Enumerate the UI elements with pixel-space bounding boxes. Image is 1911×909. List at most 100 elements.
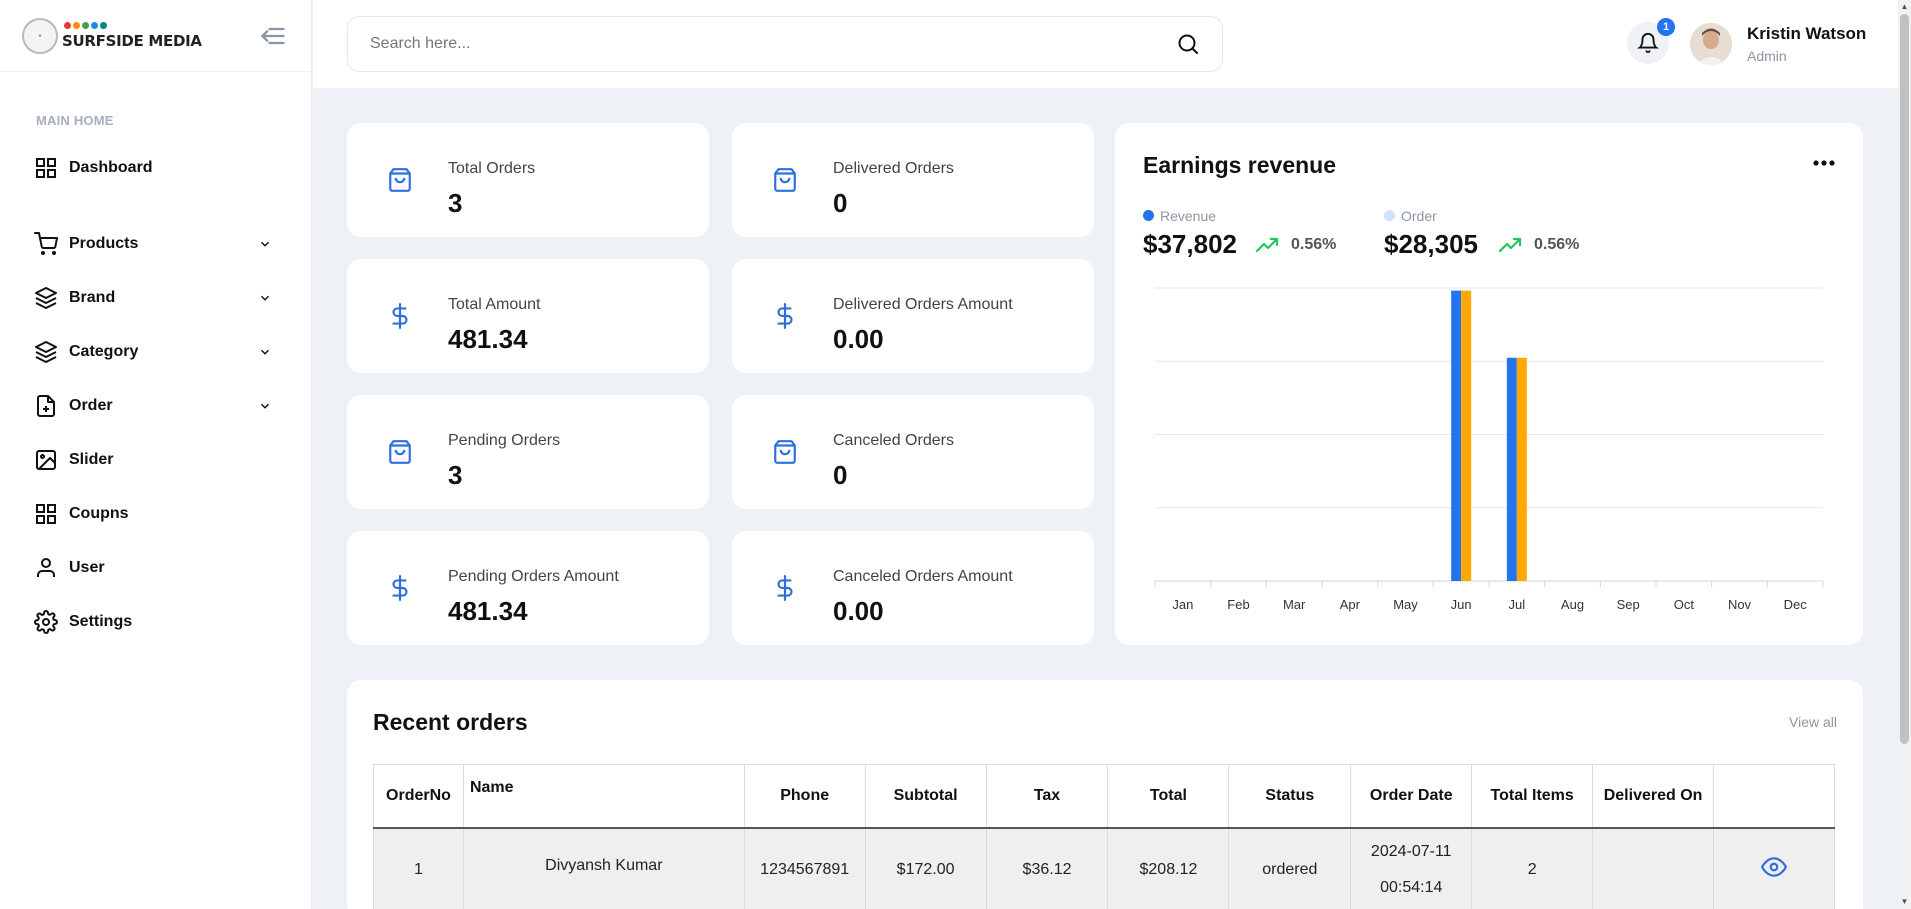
cell-status: ordered xyxy=(1228,827,1352,909)
brand-logo-mark[interactable]: ● xyxy=(22,17,58,54)
column-header-tax[interactable]: Tax xyxy=(985,764,1109,829)
recent-orders-card: Recent orders View all OrderNo Name Phon… xyxy=(347,680,1863,909)
cell-name: Divyansh Kumar xyxy=(462,827,745,909)
sidebar-item-user[interactable]: User xyxy=(34,553,284,583)
stat-title: Pending Orders Amount xyxy=(448,568,619,585)
cell-subtotal: $172.00 xyxy=(864,827,987,909)
shopping-bag-icon xyxy=(389,168,411,192)
notification-button[interactable]: 1 xyxy=(1627,18,1675,64)
stat-title: Total Amount xyxy=(448,296,541,313)
stat-card-pending-orders-amount: Pending Orders Amount 481.34 xyxy=(347,531,709,645)
chart-x-tick-label: Oct xyxy=(1674,597,1695,612)
chart-x-tick-label: Dec xyxy=(1784,597,1808,612)
cell-order-no: 1 xyxy=(373,827,464,909)
stat-title: Canceled Orders Amount xyxy=(833,568,1013,585)
column-header-orderno[interactable]: OrderNo xyxy=(373,764,464,829)
grid-icon xyxy=(36,504,56,524)
search-box xyxy=(347,16,1223,72)
top-header: 1 Kristin Watson Admin xyxy=(313,0,1899,88)
stat-value: 0 xyxy=(833,188,848,218)
sidebar-item-label: Category xyxy=(69,343,139,360)
avatar[interactable] xyxy=(1690,23,1732,65)
view-all-link[interactable]: View all xyxy=(1789,714,1837,730)
column-header-phone[interactable]: Phone xyxy=(743,764,866,829)
search-input[interactable] xyxy=(370,35,1176,53)
chart-x-tick-label: Feb xyxy=(1227,597,1249,612)
orders-table: OrderNo Name Phone Subtotal Tax Total St… xyxy=(373,764,1835,909)
dashboard-grid-icon xyxy=(36,158,56,178)
stat-title: Total Orders xyxy=(448,160,536,177)
logo-row: ● SURFSIDE MEDIA xyxy=(0,0,311,72)
shopping-bag-icon xyxy=(389,440,411,464)
dollar-icon xyxy=(392,303,408,329)
sidebar-item-label: Dashboard xyxy=(69,159,153,176)
chart-x-tick-label: Aug xyxy=(1561,597,1584,612)
chevron-down-icon xyxy=(260,295,270,301)
chart-x-tick-label: Jul xyxy=(1509,597,1526,612)
chevron-down-icon xyxy=(260,403,270,409)
eye-icon[interactable] xyxy=(1761,854,1788,880)
column-header-order-date[interactable]: Order Date xyxy=(1350,764,1473,829)
column-header-status[interactable]: Status xyxy=(1228,764,1352,829)
stat-title: Delivered Orders Amount xyxy=(833,296,1013,313)
avatar-portrait-icon xyxy=(1690,23,1732,65)
cell-total-items: 2 xyxy=(1471,827,1594,909)
stat-title: Pending Orders xyxy=(448,432,561,449)
bell-icon xyxy=(1637,33,1659,54)
sidebar-item-products[interactable]: Products xyxy=(34,229,284,259)
sidebar-item-label: Brand xyxy=(69,289,116,306)
sidebar-item-slider[interactable]: Slider xyxy=(34,445,284,475)
stat-card-delivered-orders: Delivered Orders 0 xyxy=(732,123,1094,237)
brand-logo-dots xyxy=(64,22,107,29)
sidebar-item-coupons[interactable]: Coupns xyxy=(34,499,284,529)
sidebar-item-settings[interactable]: Settings xyxy=(34,607,284,637)
dollar-icon xyxy=(777,575,793,601)
sidebar-item-brand[interactable]: Brand xyxy=(34,283,284,313)
chart-x-tick-label: Apr xyxy=(1340,597,1361,612)
shopping-bag-icon xyxy=(774,440,796,464)
scroll-up-arrow-icon[interactable]: ▲ xyxy=(1900,2,1909,12)
stat-card-total-orders: Total Orders 3 xyxy=(347,123,709,237)
stat-card-total-amount: Total Amount 481.34 xyxy=(347,259,709,373)
table-header-row: OrderNo Name Phone Subtotal Tax Total St… xyxy=(373,764,1835,829)
shopping-bag-icon xyxy=(774,168,796,192)
column-header-delivered-on[interactable]: Delivered On xyxy=(1592,764,1715,829)
table-row[interactable]: 1 Divyansh Kumar 1234567891 $172.00 $36.… xyxy=(373,827,1835,909)
brand-name[interactable]: SURFSIDE MEDIA xyxy=(62,32,202,50)
cell-phone: 1234567891 xyxy=(743,827,866,909)
layers-icon xyxy=(35,287,57,309)
chart-bar xyxy=(1461,290,1472,581)
chart-x-tick-label: May xyxy=(1393,597,1418,612)
cell-actions xyxy=(1713,827,1835,909)
stat-title: Delivered Orders xyxy=(833,160,954,177)
stat-title: Canceled Orders xyxy=(833,432,954,449)
image-icon xyxy=(36,450,56,470)
sidebar-item-dashboard[interactable]: Dashboard xyxy=(34,153,284,183)
column-header-name[interactable]: Name xyxy=(462,764,745,829)
sidebar-item-order[interactable]: Order xyxy=(34,391,284,421)
sidebar-collapse-icon[interactable] xyxy=(259,22,287,50)
logo-dot xyxy=(73,22,80,29)
sidebar-item-label: User xyxy=(69,559,105,576)
sidebar-item-label: Coupns xyxy=(69,505,129,522)
recent-orders-title: Recent orders xyxy=(373,709,528,735)
user-name[interactable]: Kristin Watson xyxy=(1747,24,1866,44)
sidebar-item-label: Products xyxy=(69,235,139,252)
sidebar-item-label: Settings xyxy=(69,613,133,630)
stat-card-canceled-orders-amount: Canceled Orders Amount 0.00 xyxy=(732,531,1094,645)
column-header-total[interactable]: Total xyxy=(1107,764,1230,829)
stat-value: 481.34 xyxy=(448,596,528,626)
column-header-total-items[interactable]: Total Items xyxy=(1471,764,1594,829)
chart-bar xyxy=(1451,290,1462,581)
chart-bar xyxy=(1516,357,1527,581)
earnings-revenue-card: Earnings revenue Revenue $37,802 0.56% O… xyxy=(1115,123,1863,645)
sidebar-item-category[interactable]: Category xyxy=(34,337,284,367)
cell-total: $208.12 xyxy=(1107,827,1230,909)
scroll-down-arrow-icon[interactable]: ▼ xyxy=(1900,897,1909,907)
section-label-main-home: MAIN HOME xyxy=(36,113,114,128)
scrollbar-thumb[interactable] xyxy=(1900,14,1909,744)
column-header-subtotal[interactable]: Subtotal xyxy=(864,764,987,829)
search-icon[interactable] xyxy=(1176,32,1200,56)
stat-value: 0.00 xyxy=(833,324,884,354)
page-scrollbar[interactable]: ▲ ▼ xyxy=(1898,0,1911,909)
